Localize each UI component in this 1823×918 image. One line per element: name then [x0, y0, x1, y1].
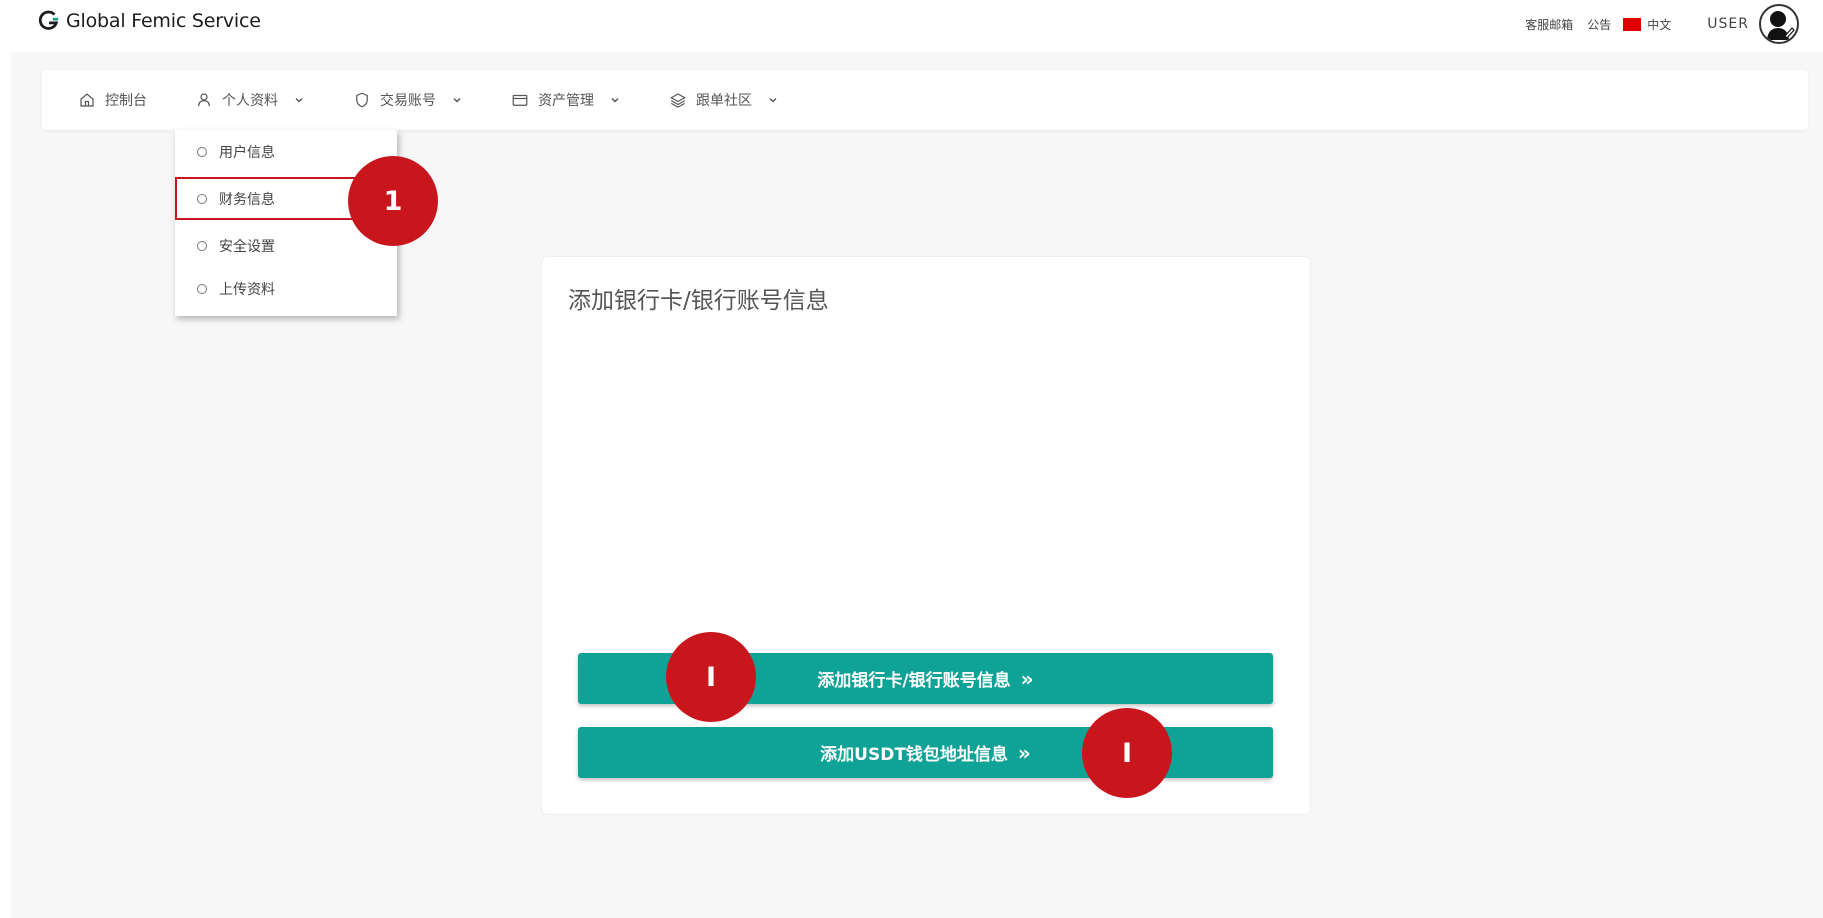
logo-mark-icon [38, 10, 59, 30]
layers-icon [670, 93, 686, 108]
main-nav: 控制台 个人资料 交易账号 资产管理 跟单社区 [42, 70, 1808, 130]
bullet-circle-icon [197, 146, 207, 157]
nav-item-profile[interactable]: 个人资料 [195, 90, 305, 110]
notice-link[interactable]: 公告 [1587, 16, 1611, 33]
bullet-circle-icon [197, 193, 207, 204]
nav-item-label: 个人资料 [222, 93, 278, 109]
step-marker-2: I [666, 632, 756, 722]
bank-info-card: 添加银行卡/银行账号信息 添加银行卡/银行账号信息 » 添加USDT钱包地址信息… [541, 256, 1311, 815]
step-marker-1: 1 [348, 156, 438, 246]
home-icon [80, 93, 94, 107]
top-bar: Global Femic Service 客服邮箱 公告 中文 USER [0, 0, 1823, 50]
double-chevron-right-icon: » [1017, 740, 1031, 765]
button-label: 添加USDT钱包地址信息 [820, 745, 1008, 765]
user-label[interactable]: USER [1707, 16, 1749, 32]
card-title: 添加银行卡/银行账号信息 [568, 288, 829, 314]
shield-icon [356, 92, 368, 108]
button-label: 添加银行卡/银行账号信息 [817, 671, 1011, 691]
user-icon [198, 93, 210, 107]
card-icon [512, 94, 528, 106]
menu-item-label: 安全设置 [219, 238, 275, 255]
china-flag-icon [1623, 17, 1642, 31]
menu-item-financial-info[interactable]: 财务信息 [175, 177, 359, 220]
chevron-down-icon [611, 98, 619, 103]
nav-item-label: 交易账号 [380, 93, 436, 109]
chevron-down-icon [295, 98, 303, 103]
menu-item-label: 上传资料 [219, 281, 275, 298]
nav-item-copy-trading[interactable]: 跟单社区 [669, 90, 779, 110]
language-label: 中文 [1647, 17, 1672, 32]
nav-item-label: 跟单社区 [696, 93, 752, 109]
nav-item-label: 控制台 [105, 93, 147, 109]
logo[interactable]: Global Femic Service [38, 10, 261, 32]
bullet-circle-icon [197, 283, 207, 294]
bullet-circle-icon [197, 240, 207, 251]
language-switcher[interactable]: 中文 [1623, 16, 1671, 33]
step-marker-3: I [1082, 708, 1172, 798]
support-mail-link[interactable]: 客服邮箱 [1525, 16, 1573, 33]
nav-item-asset-management[interactable]: 资产管理 [511, 90, 621, 110]
nav-item-label: 资产管理 [538, 93, 594, 109]
nav-item-dashboard[interactable]: 控制台 [78, 90, 147, 110]
nav-item-trading-account[interactable]: 交易账号 [353, 90, 463, 110]
brand-name: Global Femic Service [66, 10, 261, 32]
user-avatar-icon [1767, 11, 1795, 40]
menu-item-label: 财务信息 [219, 191, 275, 208]
top-right-menu: 客服邮箱 公告 中文 USER [1511, 4, 1799, 44]
chevron-down-icon [453, 98, 461, 103]
menu-item-upload-documents[interactable]: 上传资料 [175, 267, 397, 310]
double-chevron-right-icon: » [1020, 666, 1034, 691]
chevron-down-icon [769, 98, 777, 103]
menu-item-label: 用户信息 [219, 144, 275, 161]
avatar[interactable] [1759, 4, 1799, 44]
